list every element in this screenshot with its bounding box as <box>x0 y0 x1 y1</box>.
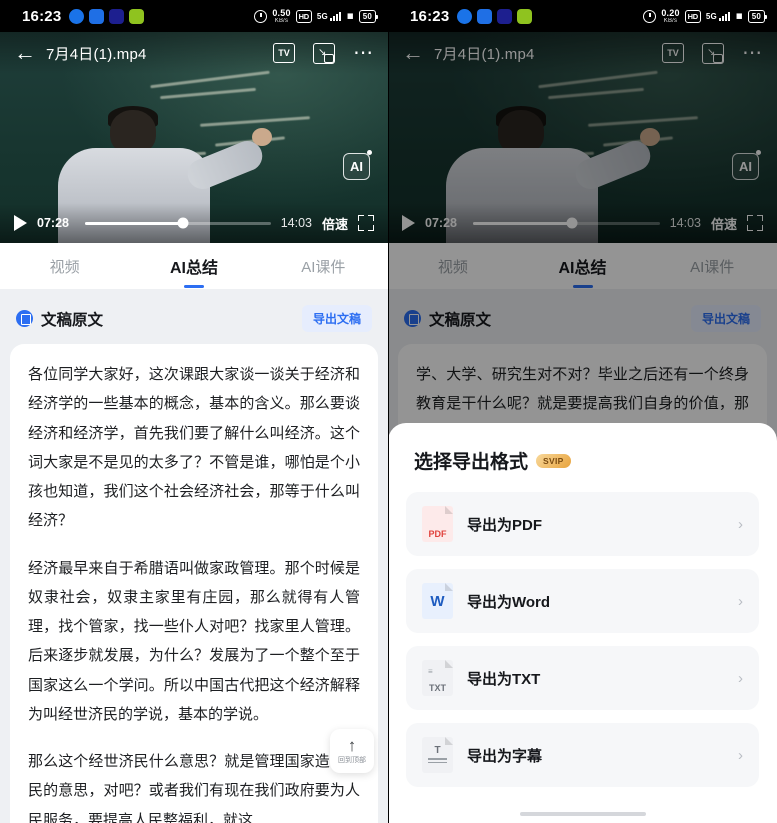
fullscreen-icon[interactable] <box>358 215 374 231</box>
export-option-txt[interactable]: ≡ TXT 导出为TXT › <box>406 646 759 710</box>
sheet-title-row: 选择导出格式 SVIP <box>414 447 751 474</box>
video-header-actions: TV ↘ ⋯ <box>273 42 374 64</box>
video-title: 7月4日(1).mp4 <box>46 45 147 63</box>
pdf-file-icon: PDF <box>422 506 453 542</box>
signal-bars-icon <box>718 11 730 21</box>
playback-speed-button[interactable]: 倍速 <box>322 214 348 233</box>
hd-icon: HD <box>684 9 701 23</box>
teacher-figure <box>252 128 272 146</box>
network-speed-value: 0.20 <box>661 7 680 18</box>
chevron-right-icon: › <box>738 746 743 764</box>
signal-icon: 5G <box>706 11 731 21</box>
green-app-icon <box>129 8 145 24</box>
dual-screenshot-stage: 16:23 0.50 KB/s HD 5G ⏹︎ 50 ← 7月4日(1).mp… <box>0 0 777 823</box>
export-option-pdf[interactable]: PDF 导出为PDF › <box>406 492 759 556</box>
left-phone-screen: 16:23 0.50 KB/s HD 5G ⏹︎ 50 ← 7月4日(1).mp… <box>0 0 388 823</box>
status-clock: 16:23 <box>410 7 450 25</box>
browser-app-icon <box>69 8 85 24</box>
alarm-icon <box>254 9 268 23</box>
subtitle-file-icon: T <box>422 737 453 773</box>
play-button-icon[interactable] <box>14 215 27 231</box>
current-time-label: 07:28 <box>37 216 69 230</box>
network-speed: 0.50 KB/s <box>272 7 291 24</box>
network-speed-unit: KB/s <box>274 17 289 24</box>
export-option-word[interactable]: W 导出为Word › <box>406 569 759 633</box>
txt-file-icon: ≡ TXT <box>422 660 453 696</box>
export-transcript-button[interactable]: 导出文稿 <box>301 305 372 332</box>
blue-app-icon <box>477 8 493 24</box>
more-options-icon[interactable]: ⋯ <box>353 43 374 63</box>
alarm-icon <box>643 9 657 23</box>
svip-badge: SVIP <box>536 453 571 468</box>
total-time-label: 14:03 <box>280 216 312 230</box>
document-header: 文稿原文 导出文稿 <box>10 299 378 344</box>
txt-icon-label: TXT <box>429 683 446 693</box>
status-clock: 16:23 <box>22 7 62 25</box>
progress-fill <box>85 221 184 225</box>
progress-knob[interactable] <box>177 217 189 229</box>
hd-icon: HD <box>295 9 312 23</box>
screen-divider <box>388 0 389 823</box>
video-player-left[interactable]: ← 7月4日(1).mp4 TV ↘ ⋯ AI 07:28 14:03 倍速 <box>0 32 388 243</box>
right-phone-screen: 16:23 0.20 KB/s HD 5G ⏹︎ 50 ← 7月4日(1).mp… <box>388 0 777 823</box>
video-header-bar: ← 7月4日(1).mp4 TV ↘ ⋯ <box>0 32 388 74</box>
video-app-icon <box>497 8 513 24</box>
arrow-up-icon: ↑ <box>347 736 357 755</box>
export-option-subtitle[interactable]: T 导出为字幕 › <box>406 723 759 787</box>
document-icon <box>16 310 33 327</box>
green-app-icon <box>517 8 533 24</box>
export-option-label: 导出为字幕 <box>467 747 543 765</box>
signal-bars-icon <box>329 11 341 21</box>
progress-slider[interactable] <box>85 217 271 229</box>
status-indicators: 0.50 KB/s HD 5G ⏹︎ 50 <box>254 7 379 24</box>
export-option-label: 导出为TXT <box>467 670 541 688</box>
wifi-icon: ⏹︎ <box>346 8 354 23</box>
network-type-label: 5G <box>705 12 717 21</box>
blue-app-icon <box>89 8 105 24</box>
transcript-paragraph: 各位同学大家好，这次课跟大家谈一谈关于经济和经济学的一些基本的概念，基本的含义。… <box>28 366 360 530</box>
browser-app-icon <box>457 8 473 24</box>
battery-icon: 50 <box>358 9 379 23</box>
export-option-label: 导出为Word <box>467 593 551 611</box>
battery-icon: 50 <box>747 9 768 23</box>
export-format-sheet: 选择导出格式 SVIP PDF 导出为PDF › W 导出为Word › ≡ T… <box>388 423 777 823</box>
content-tabs-left: 视频 AI总结 AI课件 <box>0 243 388 289</box>
network-speed-value: 0.50 <box>272 7 291 18</box>
txt-icon-mark: ≡ <box>428 667 433 676</box>
status-bar-left: 16:23 0.50 KB/s HD 5G ⏹︎ 50 <box>0 0 388 32</box>
cast-tv-icon[interactable]: TV <box>273 43 295 63</box>
transcript-paragraph: 那么这个经世济民什么意思？就是管理国家造福人民的意思，对吧？或者我们有现在我们政… <box>28 753 360 823</box>
back-arrow-icon[interactable]: ← <box>14 42 36 64</box>
subtitle-icon-label: T <box>434 745 441 756</box>
network-speed: 0.20 KB/s <box>661 7 680 24</box>
word-file-icon: W <box>422 583 453 619</box>
home-indicator <box>519 812 646 816</box>
tab-video[interactable]: 视频 <box>0 256 129 277</box>
sheet-title: 选择导出格式 <box>414 452 529 473</box>
ai-assistant-button[interactable]: AI <box>343 150 372 180</box>
chevron-right-icon: › <box>738 515 743 533</box>
tab-ai-courseware[interactable]: AI课件 <box>259 256 388 277</box>
subtitle-icon-lines <box>428 758 447 765</box>
chevron-right-icon: › <box>738 592 743 610</box>
scroll-to-top-label: 回到顶部 <box>338 757 366 764</box>
transcript-paragraph: 经济最早来自于希腊语叫做家政管理。那个时候是奴隶社会，奴隶主家里有庄园，那么就得… <box>28 559 360 723</box>
video-app-icon <box>109 8 125 24</box>
scroll-to-top-button[interactable]: ↑ 回到顶部 <box>330 729 374 773</box>
picture-in-picture-icon[interactable]: ↘ <box>313 42 335 64</box>
chevron-right-icon: › <box>738 669 743 687</box>
status-bar-right: 16:23 0.20 KB/s HD 5G ⏹︎ 50 <box>388 0 777 32</box>
network-type-label: 5G <box>316 12 328 21</box>
export-option-label: 导出为PDF <box>467 516 543 534</box>
status-indicators: 0.20 KB/s HD 5G ⏹︎ 50 <box>643 7 768 24</box>
video-controls-left: 07:28 14:03 倍速 <box>0 203 388 243</box>
tab-ai-summary[interactable]: AI总结 <box>129 254 258 278</box>
status-app-icons <box>457 8 533 24</box>
document-heading: 文稿原文 <box>41 311 104 329</box>
network-speed-unit: KB/s <box>663 17 678 24</box>
wifi-icon: ⏹︎ <box>735 8 743 23</box>
status-app-icons <box>69 8 145 24</box>
signal-icon: 5G <box>317 11 342 21</box>
transcript-card[interactable]: 各位同学大家好，这次课跟大家谈一谈关于经济和经济学的一些基本的概念，基本的含义。… <box>10 344 378 823</box>
